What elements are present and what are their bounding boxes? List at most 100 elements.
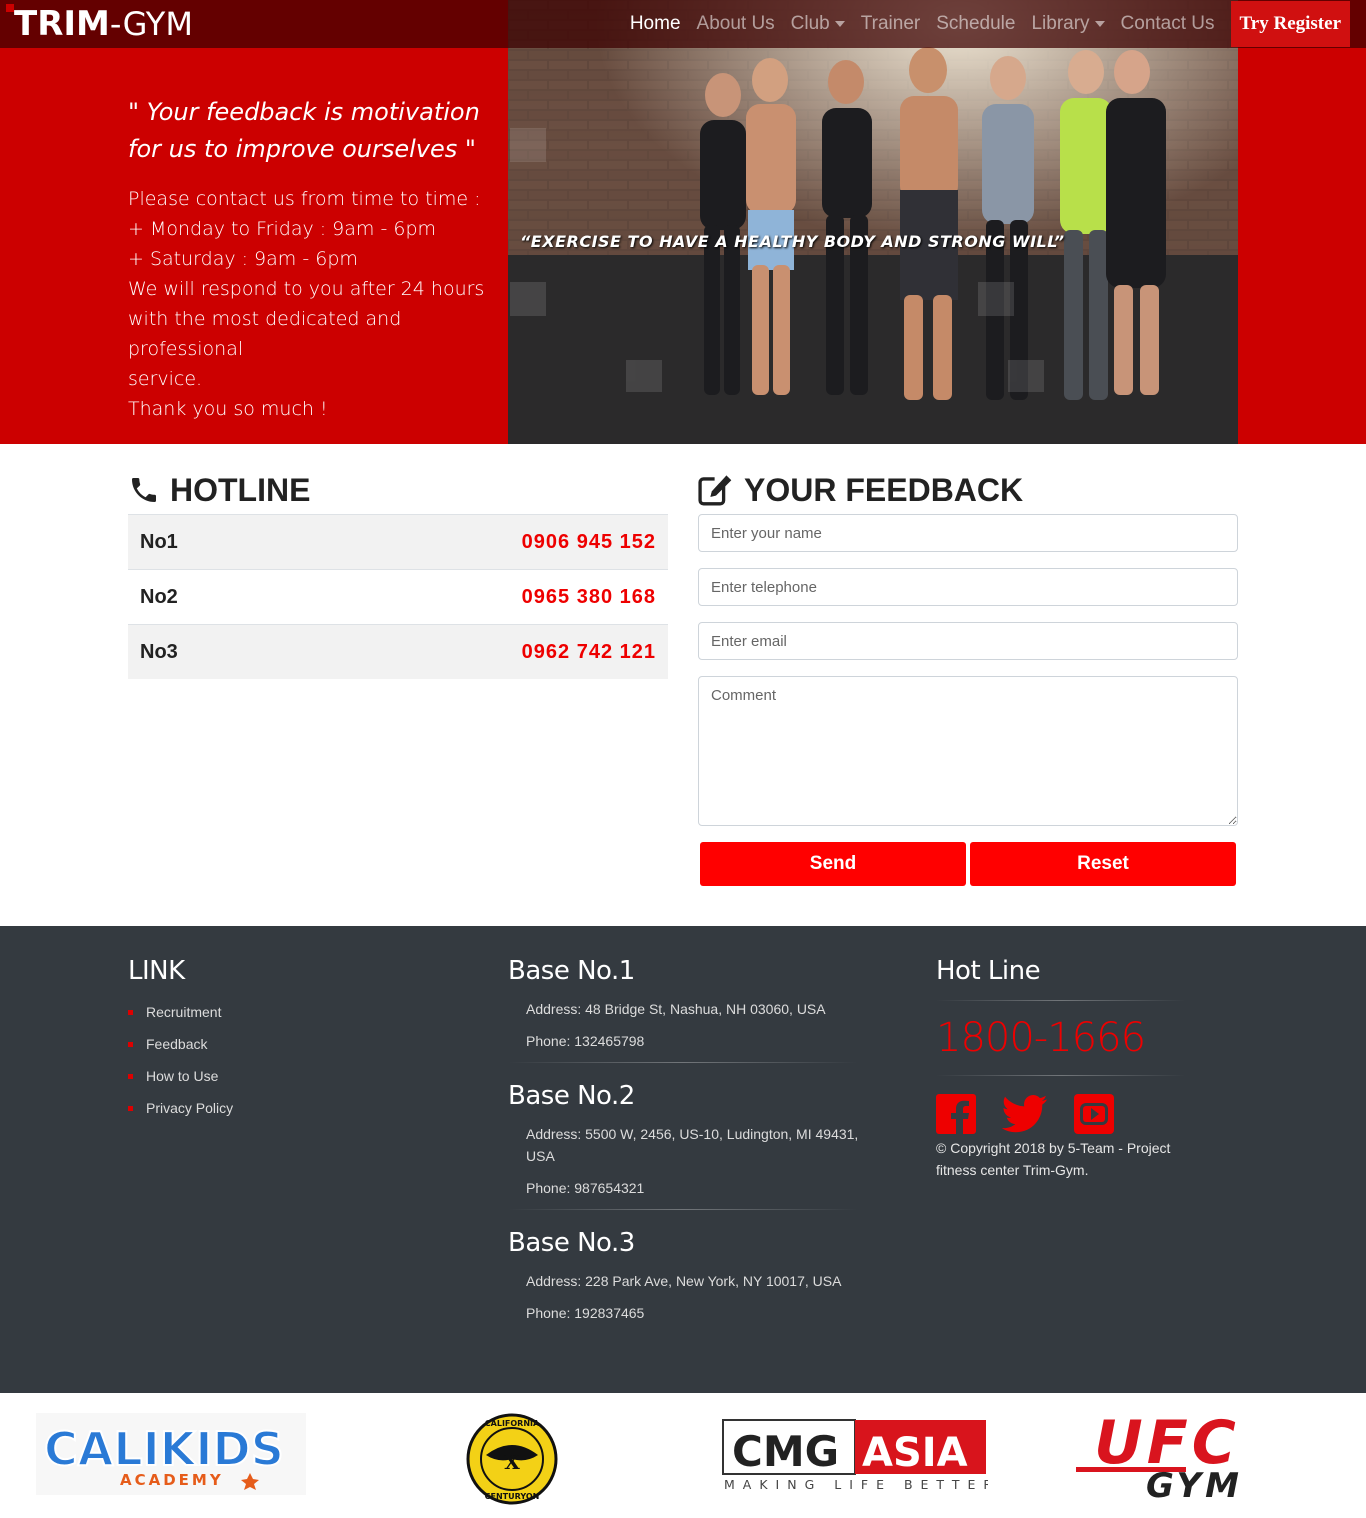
hotline-number[interactable]: 0962 742 121 [522,641,656,664]
hero-line: + Monday to Friday : 9am - 6pm [128,218,437,240]
cmg-asia-logo[interactable]: CMG ASIA MAKING LIFE BETTER [722,1419,992,1498]
email-input[interactable] [698,622,1238,660]
calikids-logo[interactable]: CALIKIDS ACADEMY [36,1413,306,1500]
hero-line: Thank you so much ! [128,398,328,420]
hotline-title: HOTLINE [128,470,668,510]
hero-quote: " Your feedback is motivation for us to … [128,94,488,168]
footer-link-privacy[interactable]: Privacy Policy [128,1092,233,1124]
youtube-icon[interactable] [1074,1094,1114,1139]
comment-textarea[interactable] [698,676,1238,826]
hotline-title-text: HOTLINE [170,471,311,508]
base-info: Address: 228 Park Ave, New York, NY 1001… [508,1270,868,1324]
chevron-down-icon [1094,21,1105,27]
reset-button[interactable]: Reset [970,842,1236,886]
footer-hotline-title: Hot Line [936,956,1041,986]
base-title: Base No.1 [508,956,635,986]
phone-icon [132,478,156,502]
hero-line: + Saturday : 9am - 6pm [128,248,358,270]
calikids-main: CALIKIDS [44,1422,284,1476]
footer-link-title: LINK [128,956,185,986]
nav-trainer[interactable]: Trainer [853,13,928,35]
centuryon-logo[interactable]: X CALIFORNIA CENTURYON [466,1413,558,1510]
hotline-number[interactable]: 0906 945 152 [522,531,656,554]
divider [936,1075,1186,1076]
site-footer: LINK Recruitment Feedback How to Use Pri… [0,926,1366,1393]
telephone-input[interactable] [698,568,1238,606]
footer-link-feedback[interactable]: Feedback [128,1028,233,1060]
footer-hotline-number[interactable]: 1800-1666 [936,1015,1186,1061]
try-register-button[interactable]: Try Register [1230,1,1350,47]
centuryon-top: CALIFORNIA [485,1419,540,1428]
brand-bold: TRIM [14,4,110,44]
footer-links-column: LINK Recruitment Feedback How to Use Pri… [128,956,233,1124]
copyright-text: © Copyright 2018 by 5-Team - Project fit… [936,1140,1171,1178]
nav-schedule[interactable]: Schedule [928,13,1023,35]
divider [508,1209,858,1210]
nav-club-label: Club [790,13,830,34]
nav-library[interactable]: Library [1023,13,1112,35]
social-icons [936,1094,1186,1139]
name-input[interactable] [698,514,1238,552]
footer-link-recruitment[interactable]: Recruitment [128,996,233,1028]
edit-icon [698,475,732,506]
base-info: Address: 5500 W, 2456, US-10, Ludington,… [508,1123,868,1199]
hero-section: " Your feedback is motivation for us to … [0,0,1366,444]
top-navbar: TRIM -GYM Home About Us Club Trainer Sche… [0,0,1366,48]
divider [936,1000,1186,1001]
nav-contact[interactable]: Contact Us [1113,13,1223,35]
table-row: No3 0962 742 121 [128,624,668,679]
footer-hotline-column: Hot Line 1800-1666 © Copyright 2018 by 5… [936,956,1186,1181]
hero-line: with the most dedicated and professional [128,308,402,360]
nav-library-label: Library [1031,13,1090,34]
feedback-section: YOUR FEEDBACK Send Reset [698,470,1238,886]
partner-logos: CALIKIDS ACADEMY X CALIFORNIA CENTURYON … [0,1393,1366,1518]
brand-dot [6,4,14,12]
cmg-right: ASIA [862,1430,968,1476]
base-block: Base No.3 Address: 228 Park Ave, New Yor… [508,1228,868,1324]
feedback-form: Send Reset [698,514,1238,886]
twitter-icon[interactable] [1001,1094,1048,1139]
hero-line: service. [128,368,203,390]
base-title: Base No.2 [508,1081,635,1111]
hotline-label: No3 [140,640,178,663]
brand-logo[interactable]: TRIM -GYM [14,4,193,44]
hotline-table: No1 0906 945 152 No2 0965 380 168 No3 09… [128,514,668,679]
svg-text:X: X [504,1450,520,1474]
nav-about[interactable]: About Us [689,13,783,35]
ufc-bottom: GYM [1146,1466,1243,1503]
hero-line: We will respond to you after 24 hours [128,278,485,300]
hero-contact-lines: Please contact us from time to time : + … [128,184,488,424]
base-title: Base No.3 [508,1228,635,1258]
hotline-number[interactable]: 0965 380 168 [522,586,656,609]
divider [508,1062,858,1063]
feedback-title-text: YOUR FEEDBACK [744,471,1024,508]
base-block: Base No.1 Address: 48 Bridge St, Nashua,… [508,956,868,1052]
hero-quote-line1: " Your feedback is motivation [128,98,480,126]
footer-link-how-to-use[interactable]: How to Use [128,1060,233,1092]
base-phone: Phone: 987654321 [526,1180,645,1196]
hero-line: Please contact us from time to time : [128,188,481,210]
feedback-title: YOUR FEEDBACK [698,470,1238,510]
send-button[interactable]: Send [700,842,966,886]
nav-club[interactable]: Club [783,13,853,35]
base-block: Base No.2 Address: 5500 W, 2456, US-10, … [508,1081,868,1199]
table-row: No1 0906 945 152 [128,514,668,569]
contact-content: HOTLINE No1 0906 945 152 No2 0965 380 16… [0,444,1366,926]
ufc-gym-logo[interactable]: UFC GYM [1070,1408,1320,1508]
base-info: Address: 48 Bridge St, Nashua, NH 03060,… [508,998,868,1052]
footer-link-list: Recruitment Feedback How to Use Privacy … [128,996,233,1124]
table-row: No2 0965 380 168 [128,569,668,624]
base-address: Address: 228 Park Ave, New York, NY 1001… [526,1273,842,1289]
base-address: Address: 5500 W, 2456, US-10, Ludington,… [526,1126,859,1164]
facebook-icon[interactable] [936,1094,976,1139]
hotline-section: HOTLINE No1 0906 945 152 No2 0965 380 16… [128,470,668,679]
hero-text: " Your feedback is motivation for us to … [128,94,488,424]
cmg-tagline: MAKING LIFE BETTER [724,1477,988,1492]
calikids-sub: ACADEMY [120,1471,224,1489]
gym-group-illustration [508,0,1238,444]
base-address: Address: 48 Bridge St, Nashua, NH 03060,… [526,1001,826,1017]
hotline-label: No1 [140,530,178,553]
footer-bases-column: Base No.1 Address: 48 Bridge St, Nashua,… [508,956,868,1334]
brand-rest: -GYM [109,5,193,43]
nav-home[interactable]: Home [622,13,689,35]
